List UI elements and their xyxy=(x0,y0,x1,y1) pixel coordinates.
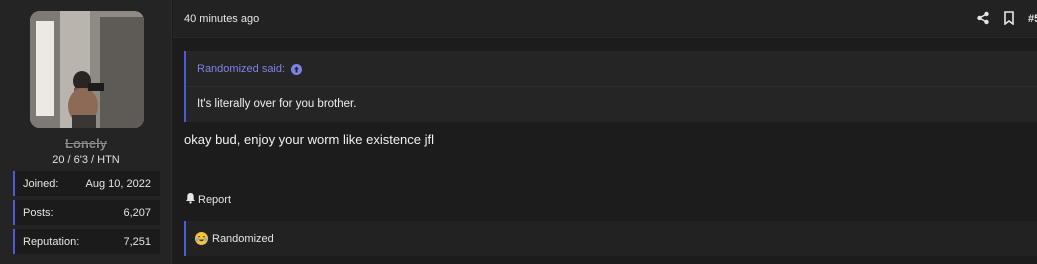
avatar[interactable] xyxy=(30,11,144,128)
reaction-user[interactable]: Randomized xyxy=(212,233,274,245)
report-button[interactable]: Report xyxy=(185,192,231,207)
share-icon[interactable] xyxy=(976,11,990,25)
bookmark-icon[interactable] xyxy=(1002,11,1016,26)
report-label: Report xyxy=(198,193,232,206)
quote-block: Randomized said: It's literally over for… xyxy=(184,51,1037,122)
divider xyxy=(186,86,1037,87)
stat-value: 6,207 xyxy=(123,206,151,219)
username[interactable]: Lonely xyxy=(0,136,172,151)
stat-label: Reputation: xyxy=(23,235,80,248)
reactions-bar[interactable]: Randomized xyxy=(184,221,1037,256)
stat-label: Posts: xyxy=(23,206,54,219)
quote-author: Randomized said: xyxy=(197,63,286,75)
stat-reputation: Reputation: 7,251 xyxy=(13,229,160,254)
stat-label: Joined: xyxy=(23,177,59,190)
stat-value: 7,251 xyxy=(123,235,151,248)
stat-posts: Posts: 6,207 xyxy=(13,200,160,225)
post-timestamp[interactable]: 40 minutes ago xyxy=(184,13,259,25)
user-sidebar: Lonely 20 / 6'3 / HTN Joined: Aug 10, 20… xyxy=(0,0,172,264)
post-message: okay bud, enjoy your worm like existence… xyxy=(184,132,435,147)
quote-text: It's literally over for you brother. xyxy=(197,98,357,110)
stat-joined: Joined: Aug 10, 2022 xyxy=(13,171,160,196)
post-header: 40 minutes ago #5 xyxy=(173,0,1037,38)
stat-value: Aug 10, 2022 xyxy=(85,177,151,190)
quote-author-link[interactable]: Randomized said: xyxy=(197,63,303,75)
bell-icon xyxy=(185,192,196,207)
laughing-crying-emoji-icon xyxy=(195,232,208,245)
user-title: 20 / 6'3 / HTN xyxy=(52,154,120,166)
post-number[interactable]: #5 xyxy=(1028,13,1037,25)
arrow-up-circle-icon[interactable] xyxy=(291,63,303,75)
